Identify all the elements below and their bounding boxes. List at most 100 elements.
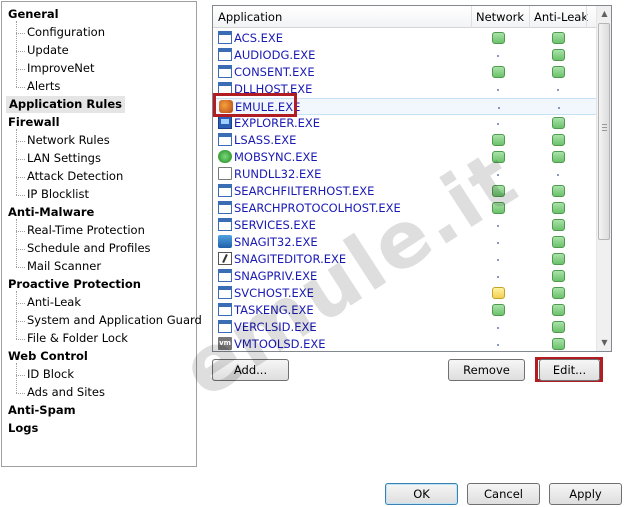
table-row[interactable]: SVCHOST.EXE bbox=[213, 285, 598, 302]
antileak-status-green-icon[interactable] bbox=[552, 219, 565, 231]
network-status-yellow-icon[interactable] bbox=[492, 287, 505, 299]
tree-category-web-control[interactable]: Web Control bbox=[8, 348, 88, 365]
table-row[interactable]: MOBSYNC.EXE bbox=[213, 149, 598, 166]
network-status-none-icon[interactable] bbox=[497, 276, 499, 278]
application-list[interactable]: Application Network Anti-Leak ACS.EXE AUD… bbox=[212, 5, 612, 352]
exe-icon bbox=[218, 31, 232, 44]
ok-button[interactable]: OK bbox=[385, 483, 458, 505]
antileak-status-green-icon[interactable] bbox=[552, 270, 565, 282]
table-row[interactable]: SEARCHPROTOCOLHOST.EXE bbox=[213, 200, 598, 217]
vm-icon: vm bbox=[218, 337, 232, 350]
remove-button[interactable]: Remove bbox=[448, 359, 525, 381]
antileak-status-green-icon[interactable] bbox=[552, 134, 565, 146]
tree-item-anti-leak[interactable]: Anti-Leak bbox=[27, 294, 81, 311]
scroll-down-icon[interactable]: ▼ bbox=[597, 335, 611, 351]
network-status-none-icon[interactable] bbox=[498, 107, 500, 109]
network-status-none-icon[interactable] bbox=[497, 55, 499, 57]
antileak-status-none-icon[interactable] bbox=[557, 89, 559, 91]
tree-category-logs[interactable]: Logs bbox=[8, 420, 38, 437]
apply-button[interactable]: Apply bbox=[549, 483, 622, 505]
tree-item-system-and-application-guard[interactable]: System and Application Guard bbox=[27, 312, 202, 329]
table-row[interactable]: LSASS.EXE bbox=[213, 132, 598, 149]
table-row[interactable]: AUDIODG.EXE bbox=[213, 47, 598, 64]
network-status-green-icon[interactable] bbox=[492, 66, 505, 78]
network-status-none-icon[interactable] bbox=[497, 225, 499, 227]
table-row[interactable]: TASKENG.EXE bbox=[213, 302, 598, 319]
network-status-none-icon[interactable] bbox=[497, 259, 499, 261]
exe-icon bbox=[218, 48, 232, 61]
tree-item-lan-settings[interactable]: LAN Settings bbox=[27, 150, 101, 167]
table-row[interactable]: SNAGPRIV.EXE bbox=[213, 268, 598, 285]
table-row[interactable]: SEARCHFILTERHOST.EXE bbox=[213, 183, 598, 200]
tree-item-ip-blocklist[interactable]: IP Blocklist bbox=[27, 186, 89, 203]
table-row[interactable]: VERCLSID.EXE bbox=[213, 319, 598, 336]
antileak-status-green-icon[interactable] bbox=[552, 117, 565, 129]
tree-item-network-rules[interactable]: Network Rules bbox=[27, 132, 110, 149]
exe-icon bbox=[218, 269, 232, 282]
network-status-green-icon[interactable] bbox=[492, 185, 505, 197]
antileak-status-green-icon[interactable] bbox=[552, 202, 565, 214]
list-header: Application Network Anti-Leak bbox=[213, 6, 598, 28]
column-header-application[interactable]: Application bbox=[213, 6, 282, 28]
vertical-scrollbar[interactable]: ▲ ▼ bbox=[596, 6, 611, 351]
antileak-status-green-icon[interactable] bbox=[552, 253, 565, 265]
table-row[interactable]: SNAGITEDITOR.EXE bbox=[213, 251, 598, 268]
tree-item-file-folder-lock[interactable]: File & Folder Lock bbox=[27, 330, 128, 347]
tree-category-proactive-protection[interactable]: Proactive Protection bbox=[8, 276, 141, 293]
explorer-icon bbox=[218, 116, 232, 129]
antileak-status-green-icon[interactable] bbox=[552, 321, 565, 333]
tree-item-attack-detection[interactable]: Attack Detection bbox=[27, 168, 123, 185]
application-name: SNAGIT32.EXE bbox=[234, 235, 318, 249]
network-status-none-icon[interactable] bbox=[497, 344, 499, 346]
table-row[interactable]: CONSENT.EXE bbox=[213, 64, 598, 81]
antileak-status-green-icon[interactable] bbox=[552, 66, 565, 78]
tree-item-schedule-and-profiles[interactable]: Schedule and Profiles bbox=[27, 240, 151, 257]
table-row[interactable]: ACS.EXE bbox=[213, 30, 598, 47]
table-row[interactable]: EXPLORER.EXE bbox=[213, 115, 598, 132]
antileak-status-none-icon[interactable] bbox=[557, 174, 559, 176]
antileak-status-green-icon[interactable] bbox=[552, 151, 565, 163]
tree-item-improvenet[interactable]: ImproveNet bbox=[27, 60, 94, 77]
antileak-status-none-icon[interactable] bbox=[558, 107, 560, 109]
tree-category-anti-malware[interactable]: Anti-Malware bbox=[8, 204, 94, 221]
tree-category-application-rules[interactable]: Application Rules bbox=[6, 96, 125, 113]
antileak-status-green-icon[interactable] bbox=[552, 236, 565, 248]
tree-item-real-time-protection[interactable]: Real-Time Protection bbox=[27, 222, 145, 239]
highlight-box-emule bbox=[213, 93, 297, 117]
table-row[interactable]: vm VMTOOLSD.EXE bbox=[213, 336, 598, 351]
network-status-none-icon[interactable] bbox=[497, 89, 499, 91]
sync-icon bbox=[218, 150, 232, 163]
scroll-thumb[interactable] bbox=[598, 23, 610, 240]
table-row[interactable]: SERVICES.EXE bbox=[213, 217, 598, 234]
network-status-green-icon[interactable] bbox=[492, 32, 505, 44]
network-status-none-icon[interactable] bbox=[497, 327, 499, 329]
cancel-button[interactable]: Cancel bbox=[467, 483, 540, 505]
column-header-antileak[interactable]: Anti-Leak bbox=[529, 6, 588, 28]
tree-item-ads-and-sites[interactable]: Ads and Sites bbox=[27, 384, 105, 401]
antileak-status-green-icon[interactable] bbox=[552, 304, 565, 316]
tree-category-anti-spam[interactable]: Anti-Spam bbox=[8, 402, 76, 419]
column-header-network[interactable]: Network bbox=[471, 6, 524, 28]
edit-button[interactable]: Edit... bbox=[539, 359, 600, 381]
antileak-status-green-icon[interactable] bbox=[552, 287, 565, 299]
tree-item-mail-scanner[interactable]: Mail Scanner bbox=[27, 258, 101, 275]
table-row[interactable]: SNAGIT32.EXE bbox=[213, 234, 598, 251]
antileak-status-green-icon[interactable] bbox=[552, 49, 565, 61]
antileak-status-green-icon[interactable] bbox=[552, 185, 565, 197]
tree-item-update[interactable]: Update bbox=[27, 42, 69, 59]
tree-item-configuration[interactable]: Configuration bbox=[27, 24, 105, 41]
network-status-green-icon[interactable] bbox=[492, 202, 505, 214]
antileak-status-green-icon[interactable] bbox=[552, 338, 565, 350]
scroll-up-icon[interactable]: ▲ bbox=[597, 6, 611, 22]
tree-item-alerts[interactable]: Alerts bbox=[27, 78, 60, 95]
antileak-status-green-icon[interactable] bbox=[552, 32, 565, 44]
tree-item-id-block[interactable]: ID Block bbox=[27, 366, 74, 383]
network-status-green-icon[interactable] bbox=[492, 151, 505, 163]
network-status-none-icon[interactable] bbox=[497, 174, 499, 176]
add-button[interactable]: Add... bbox=[212, 359, 289, 381]
network-status-green-icon[interactable] bbox=[492, 304, 505, 316]
table-row[interactable]: RUNDLL32.EXE bbox=[213, 166, 598, 183]
network-status-green-icon[interactable] bbox=[492, 134, 505, 146]
network-status-none-icon[interactable] bbox=[497, 242, 499, 244]
network-status-none-icon[interactable] bbox=[497, 123, 499, 125]
